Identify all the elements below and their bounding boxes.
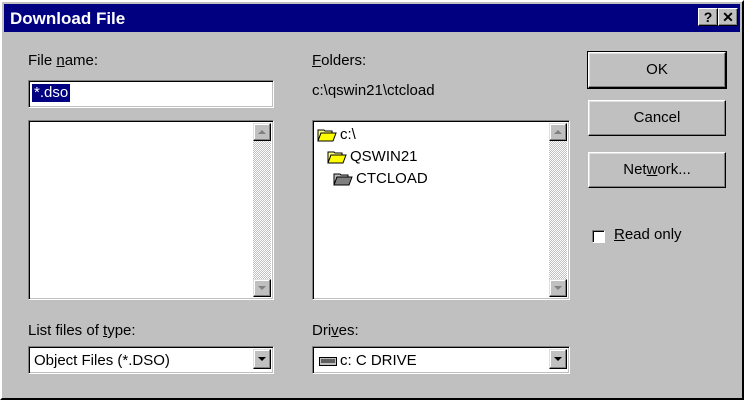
file-list-scroll-down-button[interactable]: [253, 279, 271, 297]
arrow-up-icon: [554, 130, 562, 134]
drive-value-wrap: c: C DRIVE: [319, 352, 417, 369]
read-only-label[interactable]: Read only: [614, 226, 682, 243]
drive-select[interactable]: c: C DRIVE: [312, 346, 570, 374]
folder-item-ctcload[interactable]: CTCLOAD: [333, 169, 428, 189]
list-files-type-label: List files of type:: [28, 322, 136, 339]
help-button[interactable]: ?: [698, 8, 718, 26]
file-list[interactable]: [28, 120, 274, 300]
chevron-down-icon: [554, 357, 562, 361]
folder-list-scrollbar[interactable]: [549, 123, 567, 297]
read-only-checkbox[interactable]: [592, 230, 605, 243]
file-type-value: Object Files (*.DSO): [34, 352, 170, 369]
file-type-dropdown-button[interactable]: [253, 349, 271, 369]
folder-list-scroll-up-button[interactable]: [549, 123, 567, 141]
file-name-input[interactable]: *.dso: [28, 80, 274, 108]
folder-item-qswin21[interactable]: QSWIN21: [327, 147, 418, 167]
file-list-scroll-up-button[interactable]: [253, 123, 271, 141]
folder-item-c[interactable]: c:\: [317, 125, 356, 145]
close-button[interactable]: ✕: [718, 8, 738, 26]
ok-button[interactable]: OK: [587, 51, 727, 89]
arrow-up-icon: [258, 130, 266, 134]
folder-list-scroll-down-button[interactable]: [549, 279, 567, 297]
chevron-down-icon: [258, 357, 266, 361]
help-icon: ?: [703, 9, 713, 25]
network-button[interactable]: Network...: [588, 152, 726, 188]
download-file-dialog: Download File ? ✕ File name: *.dso Folde…: [0, 0, 744, 400]
file-name-value: *.dso: [32, 84, 71, 102]
drives-label: Drives:: [312, 322, 359, 339]
dialog-title: Download File: [10, 9, 126, 28]
drive-dropdown-button[interactable]: [549, 349, 567, 369]
arrow-down-icon: [554, 286, 562, 290]
file-name-label: File name:: [28, 52, 99, 69]
arrow-down-icon: [258, 286, 266, 290]
open-folder-icon: [333, 173, 353, 186]
open-folder-icon: [327, 151, 347, 164]
drive-icon: [319, 357, 337, 367]
close-icon: ✕: [722, 9, 734, 25]
current-folder-path: c:\qswin21\ctcload: [312, 82, 435, 99]
title-bar[interactable]: Download File ? ✕: [4, 4, 740, 32]
open-folder-icon: [317, 129, 337, 142]
cancel-button[interactable]: Cancel: [588, 100, 726, 136]
file-list-scrollbar[interactable]: [253, 123, 271, 297]
folder-list[interactable]: c:\ QSWIN21 CTCLOAD: [312, 120, 570, 300]
folders-label: Folders:: [312, 52, 367, 69]
drive-value: c: C DRIVE: [340, 352, 417, 369]
file-type-select[interactable]: Object Files (*.DSO): [28, 346, 274, 374]
